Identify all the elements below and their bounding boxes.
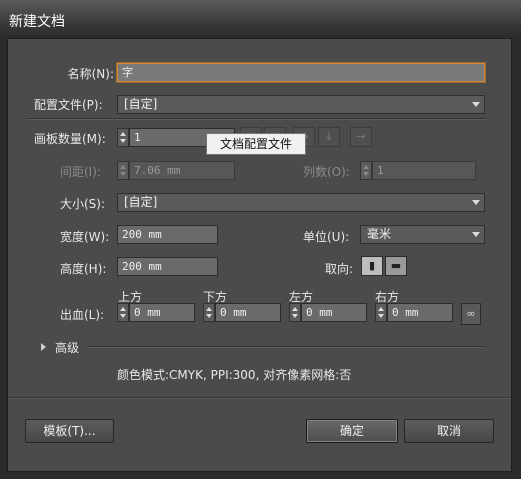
link-icon[interactable]: ∞ xyxy=(461,303,481,325)
size-label: 大小(S): xyxy=(60,197,106,211)
stepper-down-icon xyxy=(120,139,126,143)
artboards-stepper[interactable] xyxy=(117,128,129,147)
stepper-up-icon xyxy=(378,307,384,311)
expand-triangle-icon[interactable] xyxy=(41,343,46,351)
stepper-down-icon xyxy=(363,172,369,176)
name-label: 名称(N): xyxy=(67,67,114,81)
right-to-left-icon[interactable]: → xyxy=(350,127,372,147)
stepper-up-icon xyxy=(120,132,126,136)
stepper-up-icon xyxy=(363,165,369,169)
stepper-down-icon xyxy=(378,314,384,318)
stepper-down-icon xyxy=(120,172,126,176)
stepper-down-icon xyxy=(120,314,126,318)
portrait-icon[interactable]: ▮ xyxy=(361,256,383,276)
units-select[interactable]: 毫米 xyxy=(360,225,485,244)
profile-select-value: [自定] xyxy=(124,97,158,111)
artboards-label: 画板数量(M): xyxy=(34,132,106,146)
width-label: 宽度(W): xyxy=(60,230,110,244)
columns-input[interactable]: 1 xyxy=(372,161,476,180)
bleed-label: 出血(L): xyxy=(60,308,105,322)
title-bar: 新建文档 xyxy=(0,0,521,38)
chevron-down-icon xyxy=(472,200,480,205)
profile-group-divider xyxy=(26,118,486,120)
cancel-button[interactable]: 取消 xyxy=(404,419,494,443)
stepper-down-icon xyxy=(292,314,298,318)
ok-button[interactable]: 确定 xyxy=(306,419,398,443)
spacing-stepper[interactable] xyxy=(117,161,129,180)
columns-stepper[interactable] xyxy=(360,161,372,180)
columns-label: 列数(O): xyxy=(303,165,350,179)
profile-select[interactable]: [自定] xyxy=(117,95,485,114)
size-select[interactable]: [自定] xyxy=(117,193,485,212)
profile-tooltip: 文档配置文件 xyxy=(206,133,306,155)
spacing-input[interactable]: 7.06 mm xyxy=(129,161,235,180)
bleed-right-stepper[interactable] xyxy=(375,303,387,322)
footer-divider xyxy=(8,397,511,399)
units-select-value: 毫米 xyxy=(367,227,392,241)
bleed-top-input[interactable]: 0 mm xyxy=(129,303,195,322)
width-input[interactable]: 200 mm xyxy=(117,225,218,244)
stepper-up-icon xyxy=(292,307,298,311)
stepper-up-icon xyxy=(206,307,212,311)
spacing-label: 间距(I): xyxy=(60,165,101,179)
bleed-bottom-stepper[interactable] xyxy=(203,303,215,322)
chevron-down-icon xyxy=(472,102,480,107)
advanced-divider xyxy=(88,346,486,348)
document-summary: 颜色模式:CMYK, PPI:300, 对齐像素网格:否 xyxy=(117,368,352,382)
units-label: 单位(U): xyxy=(303,230,350,244)
height-label: 高度(H): xyxy=(60,262,107,276)
chevron-down-icon xyxy=(472,232,480,237)
stepper-up-icon xyxy=(120,307,126,311)
new-document-dialog: 名称(N): 字 配置文件(P): [自定] 画板数量(M): 1 ▦ ▥ → … xyxy=(7,38,512,472)
size-select-value: [自定] xyxy=(124,195,158,209)
bleed-left-input[interactable]: 0 mm xyxy=(301,303,367,322)
stepper-up-icon xyxy=(120,165,126,169)
bleed-right-input[interactable]: 0 mm xyxy=(387,303,453,322)
profile-label: 配置文件(P): xyxy=(34,98,103,112)
landscape-icon[interactable]: ▬ xyxy=(385,256,407,276)
orientation-label: 取向: xyxy=(325,262,354,276)
name-input[interactable]: 字 xyxy=(117,63,485,82)
arrange-by-column-icon[interactable]: ↓ xyxy=(318,127,340,147)
stepper-down-icon xyxy=(206,314,212,318)
bleed-left-stepper[interactable] xyxy=(289,303,301,322)
templates-button[interactable]: 模板(T)... xyxy=(25,419,114,443)
bleed-bottom-input[interactable]: 0 mm xyxy=(215,303,281,322)
window-title: 新建文档 xyxy=(9,14,65,30)
bleed-top-stepper[interactable] xyxy=(117,303,129,322)
advanced-label[interactable]: 高级 xyxy=(55,339,79,356)
height-input[interactable]: 200 mm xyxy=(117,257,218,276)
